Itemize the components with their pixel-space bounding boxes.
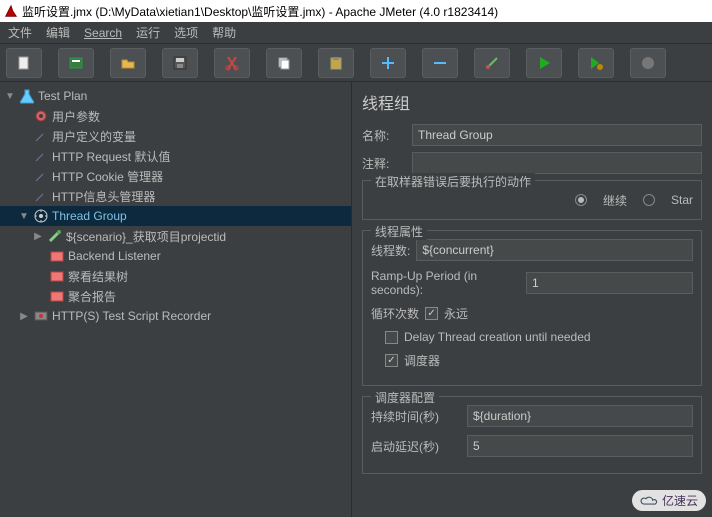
flask-icon (19, 88, 35, 104)
paste-button[interactable] (318, 48, 354, 78)
stop-button[interactable] (630, 48, 666, 78)
threadgroup-icon (33, 208, 49, 224)
cloud-icon (640, 494, 658, 508)
radio-continue-label: 继续 (603, 192, 627, 209)
tree-item-resultstree[interactable]: 察看结果树 (0, 266, 351, 286)
copy-button[interactable] (266, 48, 302, 78)
radio-start-label: Star (671, 193, 693, 207)
cut-button[interactable] (214, 48, 250, 78)
scheduler-label: 调度器 (404, 352, 440, 369)
toggle-button[interactable] (474, 48, 510, 78)
duration-label: 持续时间(秒) (371, 408, 461, 425)
delay-thread-checkbox[interactable] (385, 331, 398, 344)
on-error-legend: 在取样器错误后要执行的动作 (371, 173, 535, 190)
tree-item-httpcookie[interactable]: HTTP Cookie 管理器 (0, 166, 351, 186)
toolbar (0, 44, 712, 82)
expand-button[interactable] (370, 48, 406, 78)
rampup-input[interactable] (526, 272, 693, 294)
tree-item-uservars[interactable]: 用户定义的变量 (0, 126, 351, 146)
expand-icon[interactable]: ▼ (18, 211, 30, 222)
comment-input[interactable] (412, 152, 702, 174)
tree-item-scenario[interactable]: ▶ ${scenario}_获取项目projectid (0, 226, 351, 246)
test-plan-tree[interactable]: ▼ Test Plan 用户参数 用户定义的变量 HTTP Request 默认… (0, 82, 352, 517)
menu-search[interactable]: Search (84, 26, 122, 40)
sampler-icon (47, 228, 63, 244)
tree-item-testplan[interactable]: ▼ Test Plan (0, 86, 351, 106)
wrench-icon (33, 168, 49, 184)
wrench-icon (33, 148, 49, 164)
menu-run[interactable]: 运行 (136, 24, 160, 41)
templates-button[interactable] (58, 48, 94, 78)
menu-edit[interactable]: 编辑 (46, 24, 70, 41)
scheduler-checkbox[interactable] (385, 354, 398, 367)
radio-start[interactable] (643, 194, 655, 206)
tree-item-recorder[interactable]: ▶ HTTP(S) Test Script Recorder (0, 306, 351, 326)
tree-item-threadgroup[interactable]: ▼ Thread Group (0, 206, 351, 226)
watermark: 亿速云 (632, 490, 706, 511)
collapse-icon[interactable]: ▶ (18, 311, 30, 322)
threads-label: 线程数: (371, 242, 410, 259)
save-button[interactable] (162, 48, 198, 78)
rampup-label: Ramp-Up Period (in seconds): (371, 269, 520, 297)
name-label: 名称: (362, 127, 412, 144)
startup-delay-label: 启动延迟(秒) (371, 438, 461, 455)
radio-continue[interactable] (575, 194, 587, 206)
loop-forever-label: 永远 (444, 305, 468, 322)
listener-icon (49, 288, 65, 304)
expand-icon[interactable]: ▼ (4, 91, 16, 102)
loop-label: 循环次数 (371, 305, 419, 322)
comment-label: 注释: (362, 155, 412, 172)
start-button[interactable] (526, 48, 562, 78)
loop-forever-checkbox[interactable] (425, 307, 438, 320)
listener-icon (49, 268, 65, 284)
menu-bar: 文件 编辑 Search 运行 选项 帮助 (0, 22, 712, 44)
new-button[interactable] (6, 48, 42, 78)
start-no-pause-button[interactable] (578, 48, 614, 78)
thread-group-panel: 线程组 名称: 注释: 在取样器错误后要执行的动作 继续 Star 线程属性 线… (352, 82, 712, 517)
menu-help[interactable]: 帮助 (212, 24, 236, 41)
wrench-icon (33, 128, 49, 144)
scheduler-config-legend: 调度器配置 (371, 389, 439, 406)
threads-input[interactable] (416, 239, 693, 261)
scheduler-config-fieldset: 调度器配置 持续时间(秒) 启动延迟(秒) (362, 396, 702, 474)
duration-input[interactable] (467, 405, 693, 427)
name-input[interactable] (412, 124, 702, 146)
wrench-icon (33, 188, 49, 204)
thread-props-legend: 线程属性 (371, 223, 427, 240)
tree-item-userparams[interactable]: 用户参数 (0, 106, 351, 126)
collapse-icon[interactable]: ▶ (32, 231, 44, 242)
recorder-icon (33, 308, 49, 324)
tree-item-httpheader[interactable]: HTTP信息头管理器 (0, 186, 351, 206)
delay-thread-label: Delay Thread creation until needed (404, 330, 591, 344)
listener-icon (49, 248, 65, 264)
thread-props-fieldset: 线程属性 线程数: Ramp-Up Period (in seconds): 循… (362, 230, 702, 386)
on-error-fieldset: 在取样器错误后要执行的动作 继续 Star (362, 180, 702, 220)
open-button[interactable] (110, 48, 146, 78)
tree-item-aggregate[interactable]: 聚合报告 (0, 286, 351, 306)
window-titlebar: 监听设置.jmx (D:\MyData\xietian1\Desktop\监听设… (0, 0, 712, 22)
tree-item-backend[interactable]: Backend Listener (0, 246, 351, 266)
startup-delay-input[interactable] (467, 435, 693, 457)
window-title: 监听设置.jmx (D:\MyData\xietian1\Desktop\监听设… (22, 3, 498, 20)
jmeter-app-icon (4, 4, 18, 18)
menu-file[interactable]: 文件 (8, 24, 32, 41)
gear-icon (33, 108, 49, 124)
panel-heading: 线程组 (362, 90, 702, 114)
collapse-button[interactable] (422, 48, 458, 78)
tree-item-httpreq[interactable]: HTTP Request 默认值 (0, 146, 351, 166)
menu-options[interactable]: 选项 (174, 24, 198, 41)
